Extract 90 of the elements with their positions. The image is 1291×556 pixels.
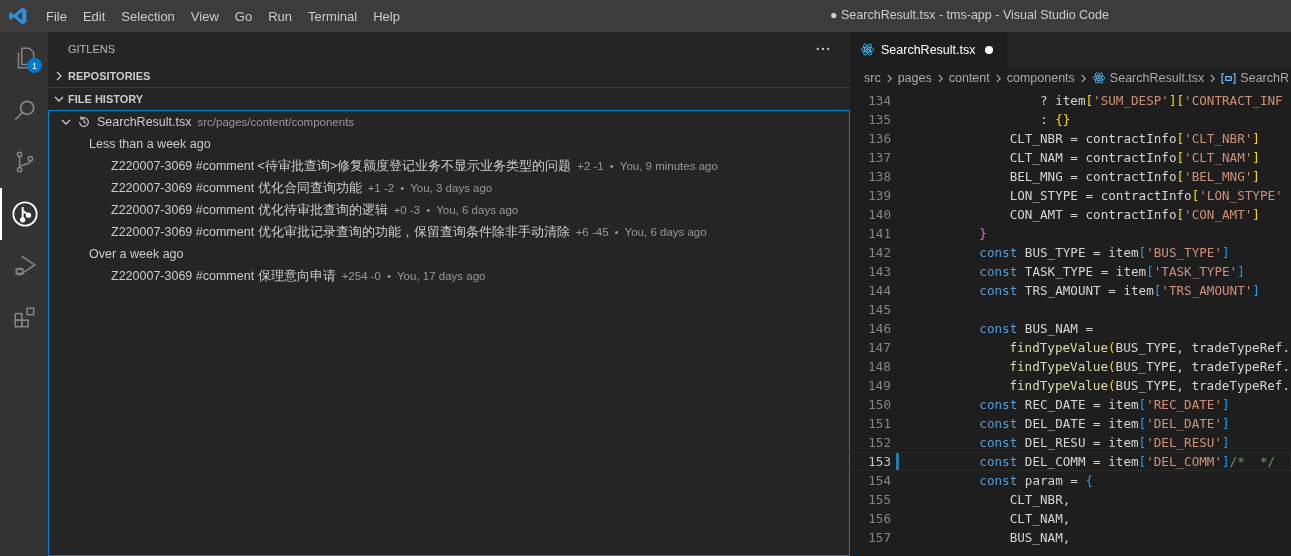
chevron-icon <box>1208 73 1218 83</box>
line-number: 156 <box>867 511 891 526</box>
line-number: 150 <box>867 397 891 412</box>
line-number: 144 <box>867 283 891 298</box>
code-line: CLT_NBR = contractInfo['CLT_NBR'] <box>1009 131 1260 146</box>
breadcrumb-item[interactable]: components <box>1006 71 1075 85</box>
line-number: 140 <box>867 207 891 222</box>
more-actions-icon[interactable] <box>816 46 830 51</box>
line-number: 148 <box>867 359 891 374</box>
line-number: 147 <box>867 340 891 355</box>
code-line: BUS_NAM, <box>1009 530 1071 545</box>
menu-item[interactable]: Terminal <box>300 8 366 24</box>
line-number: 152 <box>867 435 891 450</box>
code-line: findTypeValue(BUS_TYPE, tradeTypeRef. <box>1009 340 1290 355</box>
line-number: 154 <box>867 473 891 488</box>
code-line: const BUS_TYPE = item['BUS_TYPE'] <box>979 245 1230 260</box>
menu-item[interactable]: Help <box>365 8 408 24</box>
menu-item[interactable]: View <box>182 8 227 24</box>
line-number: 143 <box>867 264 891 279</box>
tree-item[interactable]: SearchResult.tsx src/pages/content/components <box>49 111 849 133</box>
breadcrumb-item[interactable]: src <box>864 71 881 85</box>
code-line: CLT_NAM, <box>1009 511 1071 526</box>
code-line: findTypeValue(BUS_TYPE, tradeTypeRef. <box>1009 359 1290 374</box>
panel-title: GITLENS <box>68 42 116 55</box>
line-number: 157 <box>867 530 891 545</box>
breadcrumb-item[interactable]: SearchResult.tsx <box>1091 71 1205 85</box>
line-number: 136 <box>867 131 891 146</box>
code-line: ? item['SUM_DESP']['CONTRACT_INF <box>1040 93 1283 108</box>
group-label[interactable]: Less than a week ago <box>49 133 849 155</box>
line-number: 153 <box>867 454 891 469</box>
code-line: CON_AMT = contractInfo['CON_AMT'] <box>1009 207 1260 222</box>
line-number: 146 <box>867 321 891 336</box>
code-line: findTypeValue(BUS_TYPE, tradeTypeRef. <box>1009 378 1290 393</box>
activity-bar-item[interactable]: 1 <box>0 32 48 84</box>
menu-item[interactable]: Go <box>226 8 261 24</box>
react-icon <box>860 42 875 57</box>
line-number: 137 <box>867 150 891 165</box>
code-line: } <box>979 226 987 241</box>
code-line: const DEL_RESU = item['DEL_RESU'] <box>979 435 1230 450</box>
commit-item[interactable]: Z220007-3069 #comment <待审批查询>修复额度登记业务不显示业务类型的问题 +2 -1 • You, 9 minutes ago <box>49 155 849 177</box>
code-line: const DEL_DATE = item['DEL_DATE'] <box>979 416 1230 431</box>
code-line: const param = { <box>979 473 1094 488</box>
group-label[interactable]: Over a week ago <box>49 243 849 265</box>
section-header[interactable]: REPOSITORIES <box>48 65 850 87</box>
line-number: 138 <box>867 169 891 184</box>
menu-item[interactable]: Run <box>260 8 300 24</box>
line-number: 149 <box>867 378 891 393</box>
code-line: CLT_NBR, <box>1009 492 1071 507</box>
line-number: 151 <box>867 416 891 431</box>
gitlens-icon <box>11 200 39 228</box>
menu-item[interactable]: File <box>38 8 75 24</box>
code-line: : {} <box>1040 112 1071 127</box>
history-icon <box>77 115 91 129</box>
commit-item[interactable]: Z220007-3069 #comment 保理意向申请 +254 -0 • You, 17 days ago <box>49 265 849 287</box>
commit-item[interactable]: Z220007-3069 #comment 优化合同查询功能 +1 -2 • You, 3 days ago <box>49 177 849 199</box>
breadcrumb-item[interactable]: SearchR <box>1221 71 1289 85</box>
commit-item[interactable]: Z220007-3069 #comment 优化待审批查询的逻辑 +0 -3 • You, 6 days ago <box>49 199 849 221</box>
chevron-icon <box>993 73 1003 83</box>
code-line: const BUS_NAM = <box>979 321 1094 336</box>
code-line: const REC_DATE = item['REC_DATE'] <box>979 397 1230 412</box>
chevron-icon <box>1078 73 1088 83</box>
commit-item[interactable]: Z220007-3069 #comment 优化审批记录查询的功能，保留查询条件除非手动清除 +6 -45 • You, 6 days ago <box>49 221 849 243</box>
code-line: BEL_MNG = contractInfo['BEL_MNG'] <box>1009 169 1260 184</box>
code-line: const TASK_TYPE = item['TASK_TYPE'] <box>979 264 1245 279</box>
code-line: LON_STYPE = contractInfo['LON_STYPE' <box>1009 188 1283 203</box>
code-line: const TRS_AMOUNT = item['TRS_AMOUNT'] <box>979 283 1260 298</box>
line-number: 139 <box>867 188 891 203</box>
line-number: 142 <box>867 245 891 260</box>
menu-item[interactable]: Selection <box>113 8 183 24</box>
section-header[interactable]: FILE HISTORY <box>48 87 850 110</box>
file-name: SearchResult.tsx <box>97 115 192 129</box>
breadcrumb-item[interactable]: pages <box>897 71 932 85</box>
line-number: 134 <box>867 93 891 108</box>
chevron-icon <box>935 73 945 83</box>
react-icon <box>1091 71 1106 85</box>
breadcrumb-item[interactable]: content <box>948 71 990 85</box>
chevron-icon <box>884 73 894 83</box>
line-number: 141 <box>867 226 891 241</box>
line-number: 135 <box>867 112 891 127</box>
line-number: 145 <box>867 302 891 317</box>
variable-icon <box>1221 72 1237 84</box>
editor-tab[interactable]: SearchResult.tsx <box>850 32 1008 67</box>
code-line: CLT_NAM = contractInfo['CLT_NAM'] <box>1009 150 1260 165</box>
code-line: const DEL_COMM = item['DEL_COMM']/* */ <box>979 454 1276 469</box>
window-title: ● SearchResult.tsx - tms-app - Visual Studio Code <box>830 8 1109 22</box>
notification-badge: 1 <box>27 58 42 73</box>
app-logo-icon <box>8 6 28 26</box>
menu-item[interactable]: Edit <box>74 8 114 24</box>
file-path: src/pages/content/components <box>197 116 355 128</box>
line-number: 155 <box>867 492 891 507</box>
